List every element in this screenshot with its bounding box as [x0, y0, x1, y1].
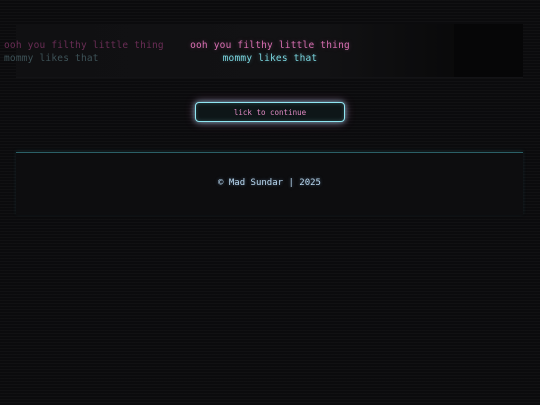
- footer-panel: © Mad Sundar | 2025: [16, 152, 523, 215]
- banner-text-line-1: ooh you filthy little thing: [190, 40, 350, 51]
- copyright-text: © Mad Sundar | 2025: [218, 178, 321, 188]
- continue-button[interactable]: lick to continue: [195, 102, 345, 122]
- banner-text-line-2: mommy likes that: [222, 53, 318, 64]
